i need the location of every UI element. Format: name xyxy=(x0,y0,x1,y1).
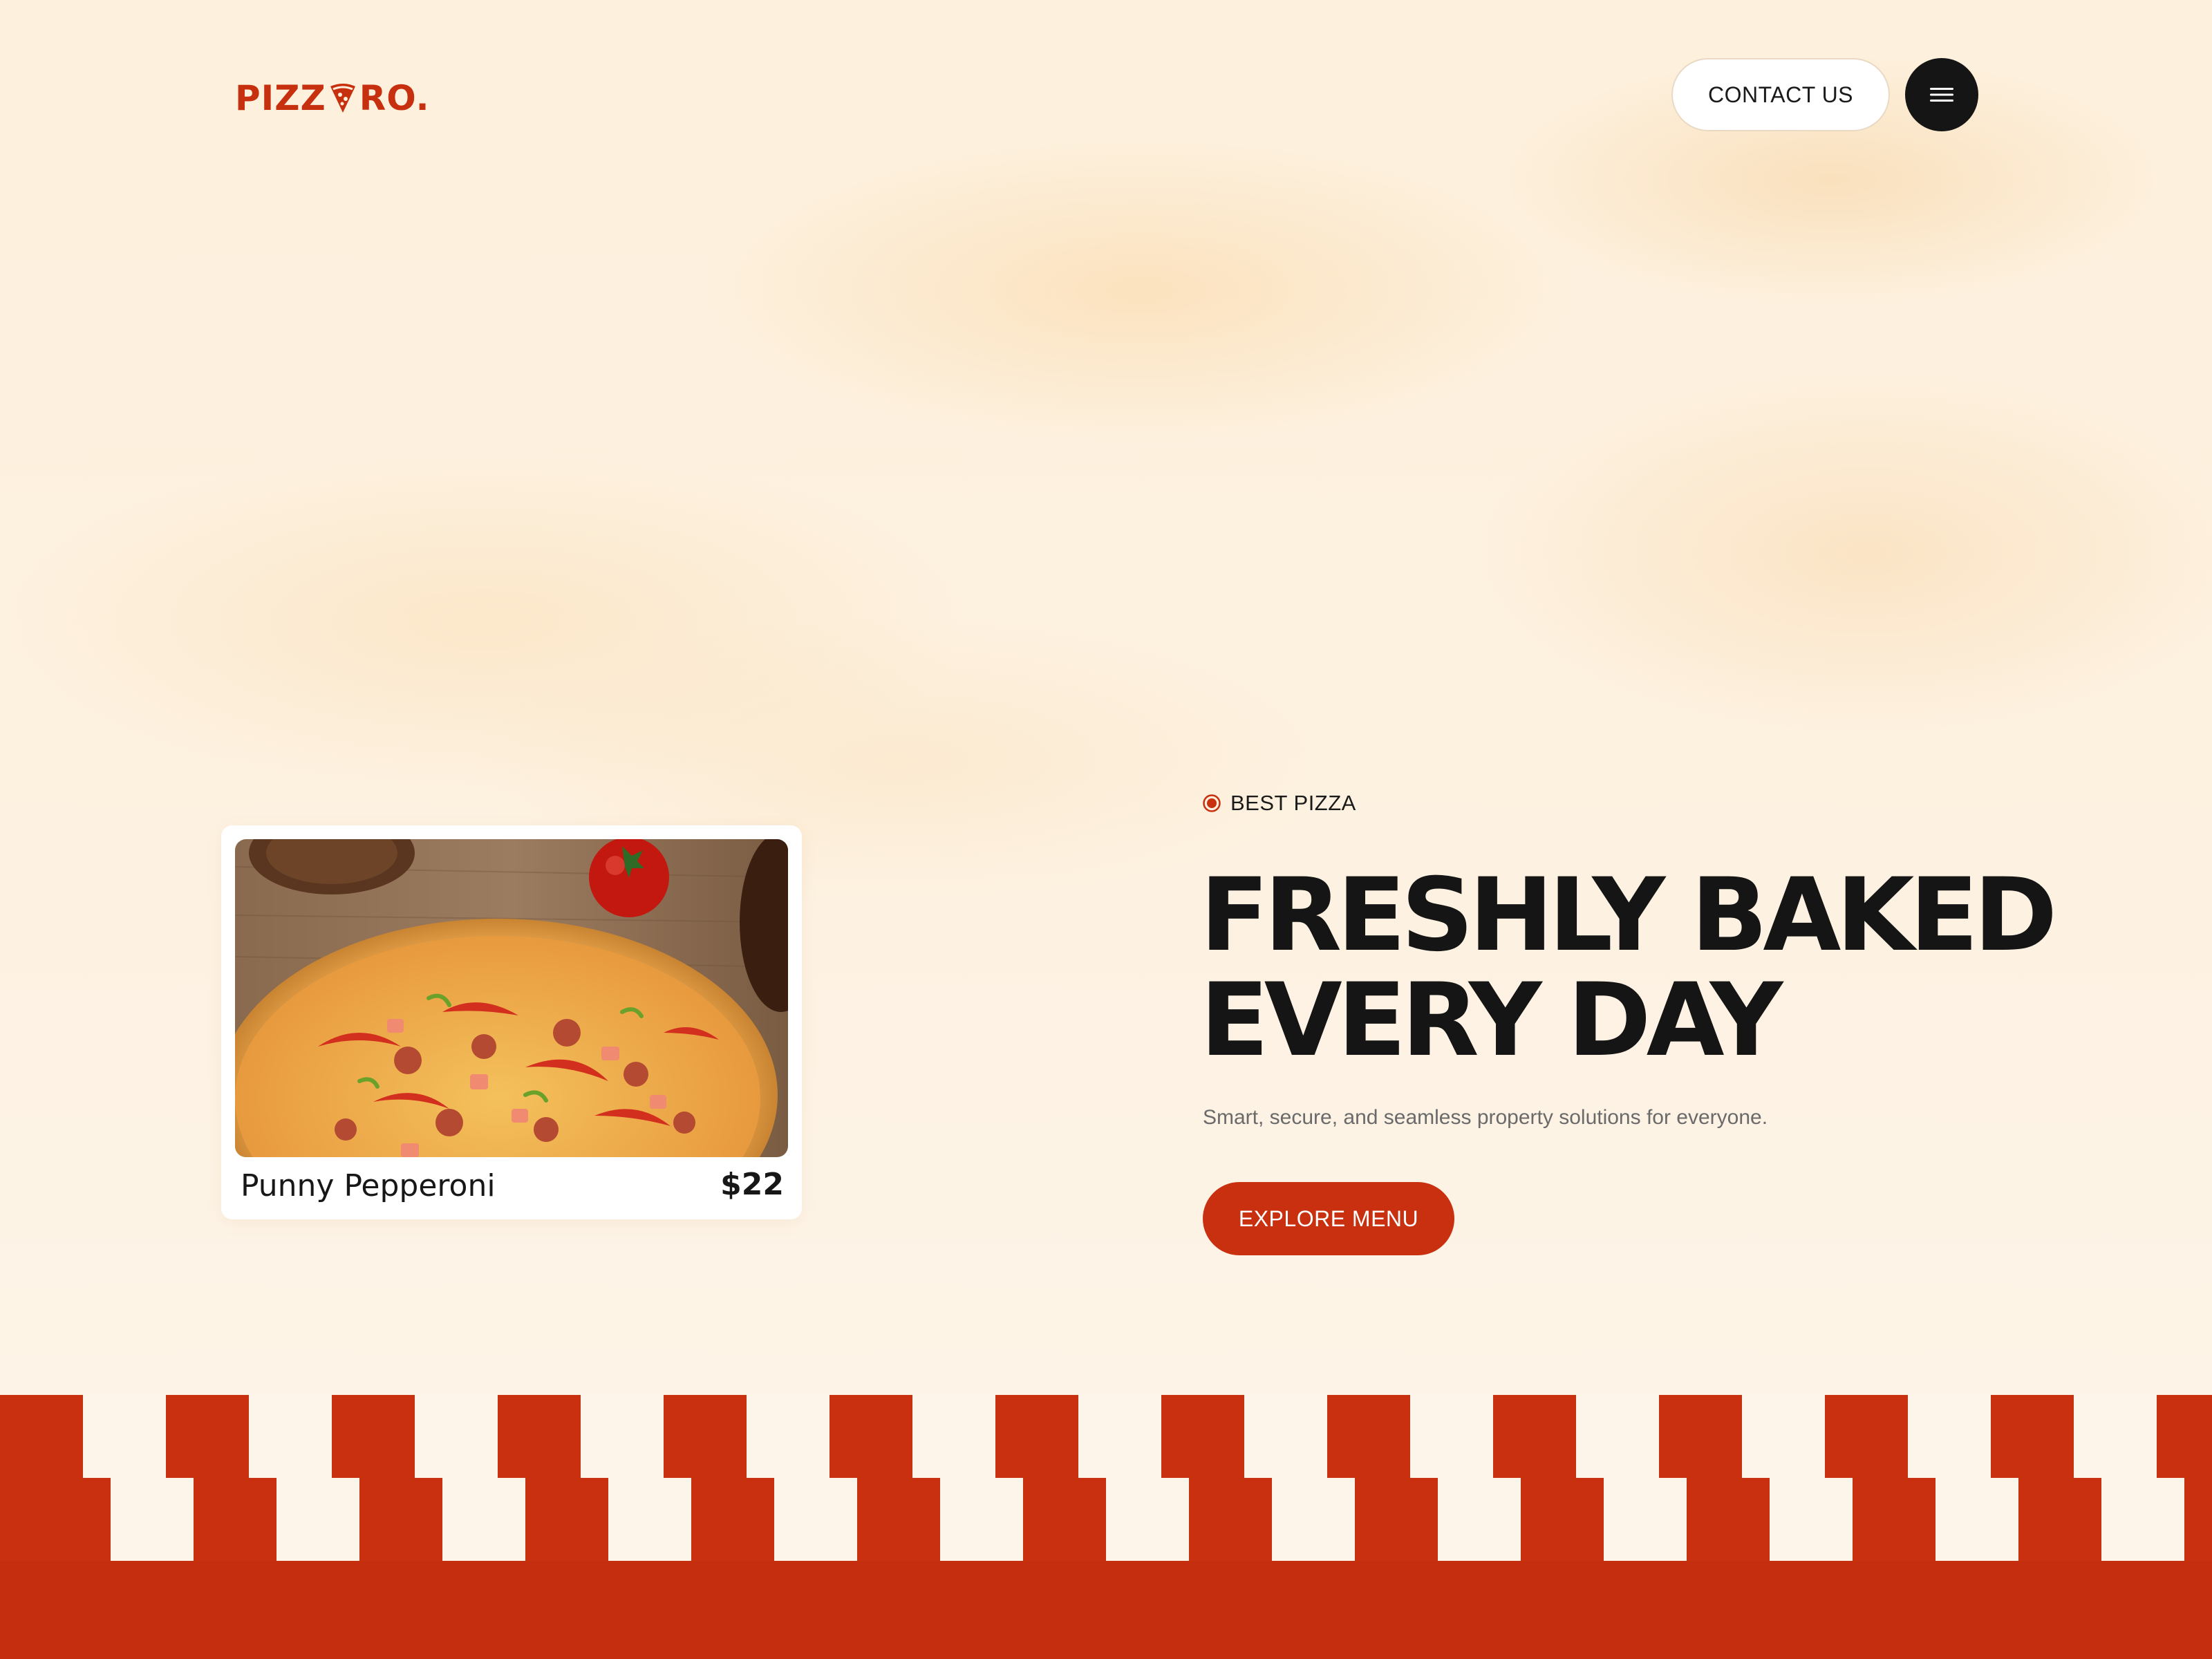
pepperoni-pizza-image xyxy=(235,839,788,1157)
headline-line-1: FRESHLY BAKED xyxy=(1200,856,2057,974)
checkered-footer-band xyxy=(0,1395,2212,1659)
logo-text-left: PIZZ xyxy=(235,78,326,118)
logo-text-right: RO. xyxy=(359,78,430,118)
product-name: Punny Pepperoni xyxy=(241,1168,496,1203)
brand-logo[interactable]: PIZZ RO. xyxy=(235,77,430,119)
hero-subtext: Smart, secure, and seamless property sol… xyxy=(1203,1106,1768,1129)
best-pizza-tag: BEST PIZZA xyxy=(1203,788,1356,818)
product-price: $22 xyxy=(720,1167,784,1202)
headline-line-2: EVERY DAY xyxy=(1200,962,1783,1079)
record-dot-icon xyxy=(1203,794,1221,812)
hero-headline: FRESHLY BAKED EVERY DAY xyxy=(1200,863,2099,1073)
tag-label: BEST PIZZA xyxy=(1230,791,1356,815)
hamburger-menu-icon xyxy=(1930,88,1953,102)
product-card[interactable]: Punny Pepperoni $22 xyxy=(221,825,802,1219)
explore-menu-button[interactable]: EXPLORE MENU xyxy=(1203,1182,1454,1255)
menu-button[interactable] xyxy=(1905,58,1978,131)
contact-us-button[interactable]: CONTACT US xyxy=(1671,58,1890,131)
pizza-slice-icon xyxy=(330,84,355,113)
